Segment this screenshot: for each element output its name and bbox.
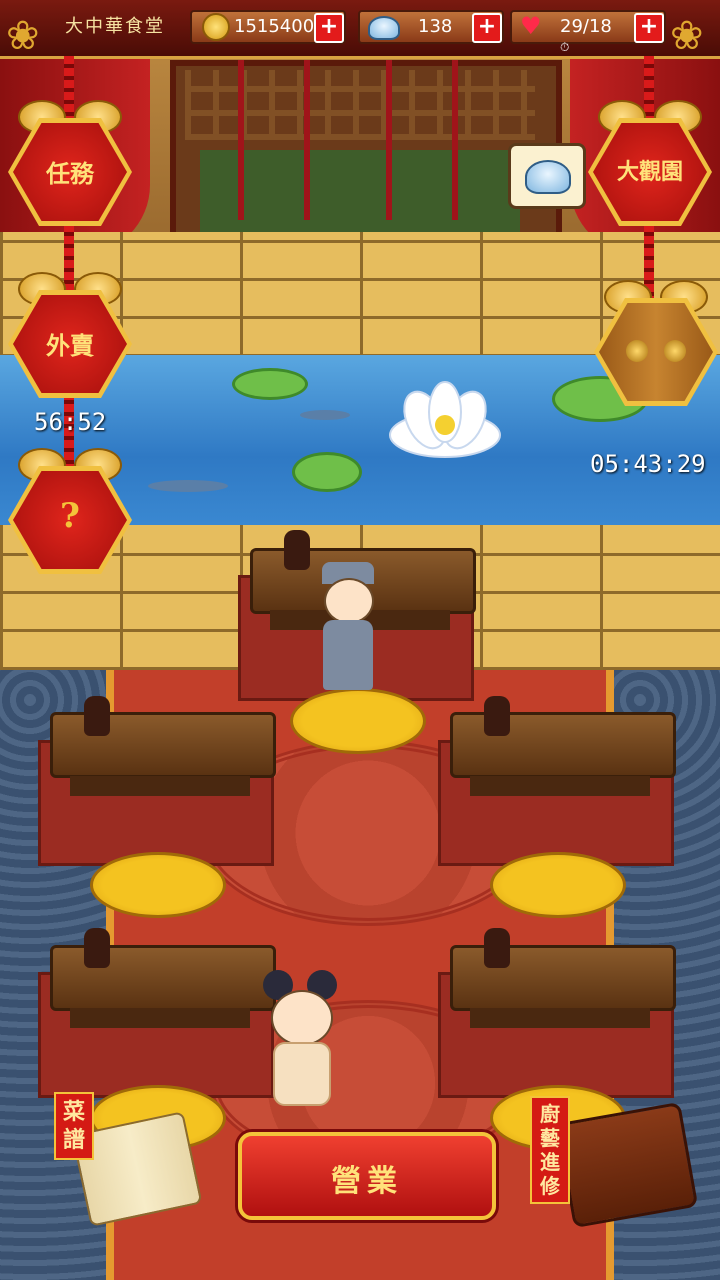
cabinet-timer: 05:43:29 <box>590 450 706 478</box>
garden-label: 大觀園 <box>616 159 683 185</box>
girl-head <box>271 990 333 1046</box>
top-status-bar: ❀ ❀ 大中華食堂 1515400 + 138 + ♥ 29/18 + ⏱ <box>0 0 720 59</box>
cooking-training-button[interactable]: 廚藝進修 <box>520 1092 699 1232</box>
recipes-button[interactable]: 菜譜 <box>40 1092 203 1227</box>
teapot <box>484 696 510 736</box>
hanging-brush <box>238 60 244 220</box>
ingot-reward-bubble[interactable] <box>508 143 586 209</box>
recipes-label: 菜譜 <box>54 1092 94 1160</box>
coin-counter: 1515400 + <box>190 10 346 44</box>
table-leg <box>70 1008 250 1028</box>
tasks-label: 任務 <box>46 159 94 188</box>
waiter-body <box>323 620 373 690</box>
waiter-character[interactable] <box>308 562 388 702</box>
lily-pad <box>232 368 308 400</box>
heart-icon: ♥ <box>520 12 542 40</box>
silver-ingot-icon <box>368 16 400 40</box>
cabinet-doors <box>599 303 713 401</box>
stamina-counter: ♥ 29/18 + <box>510 10 666 44</box>
corner-ornament-icon: ❀ <box>670 13 704 59</box>
ingot-counter: 138 + <box>358 10 504 44</box>
hanging-brush <box>304 60 310 220</box>
seat-cushion[interactable] <box>90 852 226 918</box>
cabinet-knob-icon <box>626 340 648 362</box>
door-screen <box>200 150 520 235</box>
teapot <box>284 530 310 570</box>
restaurant-name: 大中華食堂 <box>65 16 165 37</box>
teapot <box>484 928 510 968</box>
hanging-brush <box>386 60 392 220</box>
question-mark-icon: ? <box>60 496 80 536</box>
treasure-chest-icon <box>555 1101 699 1229</box>
lotus-flower <box>389 381 501 458</box>
table-leg <box>470 776 650 796</box>
delivery-timer: 56:52 <box>34 408 107 436</box>
fish <box>300 410 350 420</box>
training-label: 廚藝進修 <box>530 1096 570 1204</box>
fish <box>148 480 228 492</box>
lily-pad <box>292 452 362 492</box>
table-leg <box>470 1008 650 1028</box>
hanging-brush <box>452 60 458 220</box>
coin-icon <box>202 13 230 41</box>
cabinet-knob-icon <box>664 340 686 362</box>
table-leg <box>70 776 250 796</box>
open-business-button[interactable]: 營業 <box>238 1132 496 1220</box>
open-business-label: 營業 <box>331 1164 403 1199</box>
girl-body <box>273 1042 331 1106</box>
ingot-value: 138 <box>418 16 453 37</box>
stamina-value: 29/18 <box>560 16 612 37</box>
stamina-clock-icon: ⏱ <box>560 40 570 54</box>
seat-cushion[interactable] <box>490 852 626 918</box>
waiter-head <box>324 578 374 624</box>
add-coins-button[interactable]: + <box>314 13 344 43</box>
corner-ornament-icon: ❀ <box>6 13 40 59</box>
delivery-label: 外賣 <box>46 331 94 360</box>
teapot <box>84 928 110 968</box>
coin-value: 1515400 <box>234 16 315 37</box>
teapot <box>84 696 110 736</box>
add-ingots-button[interactable]: + <box>472 13 502 43</box>
add-stamina-button[interactable]: + <box>634 13 664 43</box>
silver-ingot-icon <box>525 160 571 194</box>
girl-character[interactable] <box>255 970 345 1110</box>
